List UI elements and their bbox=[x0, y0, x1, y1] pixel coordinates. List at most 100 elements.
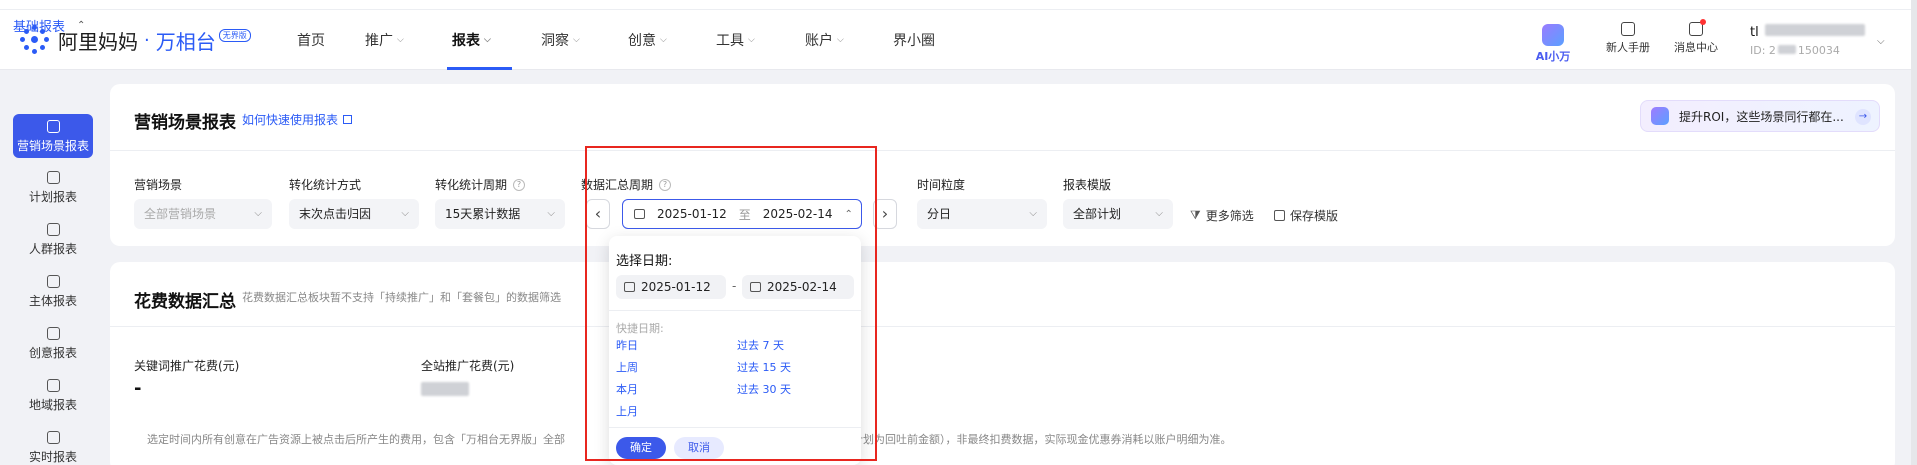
nav-tools[interactable]: 工具 ⌵ bbox=[716, 30, 755, 50]
cancel-button[interactable]: 取消 bbox=[674, 437, 724, 459]
nav-label: 账户 bbox=[805, 33, 833, 49]
sidebar-item-audience-report[interactable]: 人群报表 bbox=[13, 223, 93, 257]
user-name-text: tl bbox=[1750, 25, 1759, 40]
dropdown-divider bbox=[609, 310, 861, 311]
filter-label: 转化统计周期 bbox=[435, 178, 508, 192]
card-divider bbox=[110, 150, 1895, 151]
card-divider bbox=[110, 326, 1895, 327]
spend-footnote-left: 选定时间内所有创意在广告资源上被点击后所产生的费用，包含「万相台无界版」全部 bbox=[147, 433, 565, 446]
save-icon bbox=[1274, 210, 1285, 221]
date-range-input[interactable]: 2025-01-12 至 2025-02-14 ⌃ bbox=[622, 199, 862, 229]
redacted-name bbox=[1764, 24, 1865, 36]
unread-dot bbox=[1700, 19, 1706, 25]
quick-date-yesterday[interactable]: 昨日 bbox=[616, 337, 638, 353]
more-filters-label: 更多筛选 bbox=[1205, 209, 1254, 223]
nav-active-indicator bbox=[447, 67, 512, 70]
ai-assistant-button[interactable]: AI小万 bbox=[1533, 24, 1573, 64]
report-icon bbox=[46, 223, 60, 236]
product-name: 万相台 bbox=[155, 29, 216, 54]
save-template-button[interactable]: 保存模版 bbox=[1274, 207, 1338, 224]
select-value: 分日 bbox=[927, 207, 952, 221]
quick-date-this-month[interactable]: 本月 bbox=[616, 381, 638, 397]
calendar-icon bbox=[750, 282, 761, 292]
conversion-method-label: 转化统计方式 bbox=[289, 176, 361, 193]
quick-date-last-week[interactable]: 上周 bbox=[616, 359, 638, 375]
calendar-icon bbox=[634, 209, 645, 219]
template-select[interactable]: 全部计划 ⌵ bbox=[1063, 199, 1173, 229]
select-value: 全部计划 bbox=[1073, 207, 1122, 221]
quick-date-last-month[interactable]: 上月 bbox=[616, 403, 638, 419]
user-menu-chevron-icon[interactable]: ⌵ bbox=[1877, 36, 1885, 47]
sidebar-item-realtime-report[interactable]: 实时报表 bbox=[13, 431, 93, 465]
calendar-icon bbox=[624, 282, 635, 292]
quick-date-past-30[interactable]: 过去 30 天 bbox=[737, 381, 791, 397]
keyword-spend-label: 关键词推广花费(元) bbox=[134, 359, 240, 373]
conversion-period-select[interactable]: 15天累计数据 ⌵ bbox=[435, 199, 565, 229]
chevron-down-icon: ⌵ bbox=[660, 35, 667, 45]
sidebar-item-label: 人群报表 bbox=[28, 242, 77, 256]
quick-date-past-7[interactable]: 过去 7 天 bbox=[737, 337, 784, 353]
sidebar-item-scene-report[interactable]: 营销场景报表 bbox=[13, 114, 93, 158]
section-note: 花费数据汇总板块暂不支持「持续推广」和「套餐包」的数据筛选 bbox=[242, 291, 561, 304]
document-icon bbox=[1621, 22, 1635, 36]
conversion-period-label: 转化统计周期? bbox=[435, 176, 526, 193]
date-dash: - bbox=[732, 279, 737, 293]
redacted-id bbox=[1777, 45, 1796, 54]
user-name[interactable]: tl bbox=[1750, 24, 1865, 40]
nav-label: 报表 bbox=[452, 33, 480, 49]
nav-creative[interactable]: 创意 ⌵ bbox=[628, 30, 667, 50]
site-spend-label: 全站推广花费(元) bbox=[421, 359, 515, 373]
sidebar-item-creative-report[interactable]: 创意报表 bbox=[13, 327, 93, 361]
nav-account[interactable]: 账户 ⌵ bbox=[805, 30, 844, 50]
sidebar-item-label: 创意报表 bbox=[28, 346, 77, 360]
chevron-down-icon: ⌵ bbox=[401, 208, 409, 219]
save-template-label: 保存模版 bbox=[1290, 209, 1339, 223]
filter-label: 时间粒度 bbox=[917, 178, 966, 192]
sidebar-group-label: 基础报表 bbox=[13, 20, 66, 35]
page-scrollbar[interactable] bbox=[1911, 0, 1917, 465]
conversion-method-select[interactable]: 末次点击归因 ⌵ bbox=[289, 199, 419, 229]
nav-reports[interactable]: 报表 ⌵ bbox=[452, 30, 491, 50]
sidebar-item-plan-report[interactable]: 计划报表 bbox=[13, 171, 93, 205]
nav-promotion[interactable]: 推广 ⌵ bbox=[365, 30, 404, 50]
nav-home[interactable]: 首页 bbox=[297, 30, 325, 50]
manual-button[interactable]: 新人手册 bbox=[1600, 22, 1656, 55]
sidebar-group-basic-reports[interactable]: 基础报表 ⌃ bbox=[13, 16, 85, 35]
chevron-up-icon: ⌃ bbox=[844, 208, 853, 220]
chevron-up-icon: ⌃ bbox=[77, 20, 86, 31]
select-value: 全部营销场景 bbox=[144, 207, 217, 221]
nav-insight[interactable]: 洞察 ⌵ bbox=[541, 30, 580, 50]
nav-circle[interactable]: 界小圈 bbox=[893, 30, 935, 50]
filter-label: 报表模版 bbox=[1063, 178, 1112, 192]
help-link[interactable]: 如何快速使用报表 bbox=[242, 111, 353, 128]
chevron-down-icon: ⌵ bbox=[748, 35, 755, 45]
start-date-field[interactable]: 2025-01-12 bbox=[616, 275, 726, 299]
scene-filter-label: 营销场景 bbox=[134, 176, 182, 193]
sidebar-item-label: 地域报表 bbox=[28, 398, 77, 412]
site-spend-value bbox=[421, 378, 469, 401]
sidebar-item-subject-report[interactable]: 主体报表 bbox=[13, 275, 93, 309]
question-icon[interactable]: ? bbox=[513, 178, 526, 191]
chevron-down-icon: ⌵ bbox=[547, 208, 555, 219]
range-separator: 至 bbox=[738, 207, 751, 222]
product-badge: 无界版 bbox=[218, 28, 251, 42]
chevron-down-icon: ⌵ bbox=[837, 35, 844, 45]
end-date-field[interactable]: 2025-02-14 bbox=[742, 275, 854, 299]
sidebar-item-region-report[interactable]: 地域报表 bbox=[13, 379, 93, 413]
user-id: ID: 2 150034 bbox=[1750, 44, 1840, 57]
roi-tip-banner[interactable]: 提升ROI，这些场景同行都在... → bbox=[1640, 100, 1880, 132]
confirm-button[interactable]: 确定 bbox=[616, 437, 666, 459]
scene-select[interactable]: 全部营销场景 ⌵ bbox=[134, 199, 272, 229]
question-icon[interactable]: ? bbox=[659, 178, 672, 191]
granularity-label: 时间粒度 bbox=[917, 176, 965, 193]
banner-text: 提升ROI，这些场景同行都在... bbox=[1679, 109, 1844, 124]
external-link-icon bbox=[343, 115, 353, 124]
granularity-select[interactable]: 分日 ⌵ bbox=[917, 199, 1047, 229]
prev-period-button[interactable]: ‹ bbox=[586, 199, 610, 229]
quick-date-past-15[interactable]: 过去 15 天 bbox=[737, 359, 791, 375]
more-filters-button[interactable]: ⧩ 更多筛选 bbox=[1190, 207, 1254, 224]
sidebar-item-label: 营销场景报表 bbox=[16, 139, 89, 153]
messages-button[interactable]: 消息中心 bbox=[1668, 19, 1724, 55]
chevron-right-icon: › bbox=[881, 204, 889, 223]
next-period-button[interactable]: › bbox=[873, 199, 897, 229]
